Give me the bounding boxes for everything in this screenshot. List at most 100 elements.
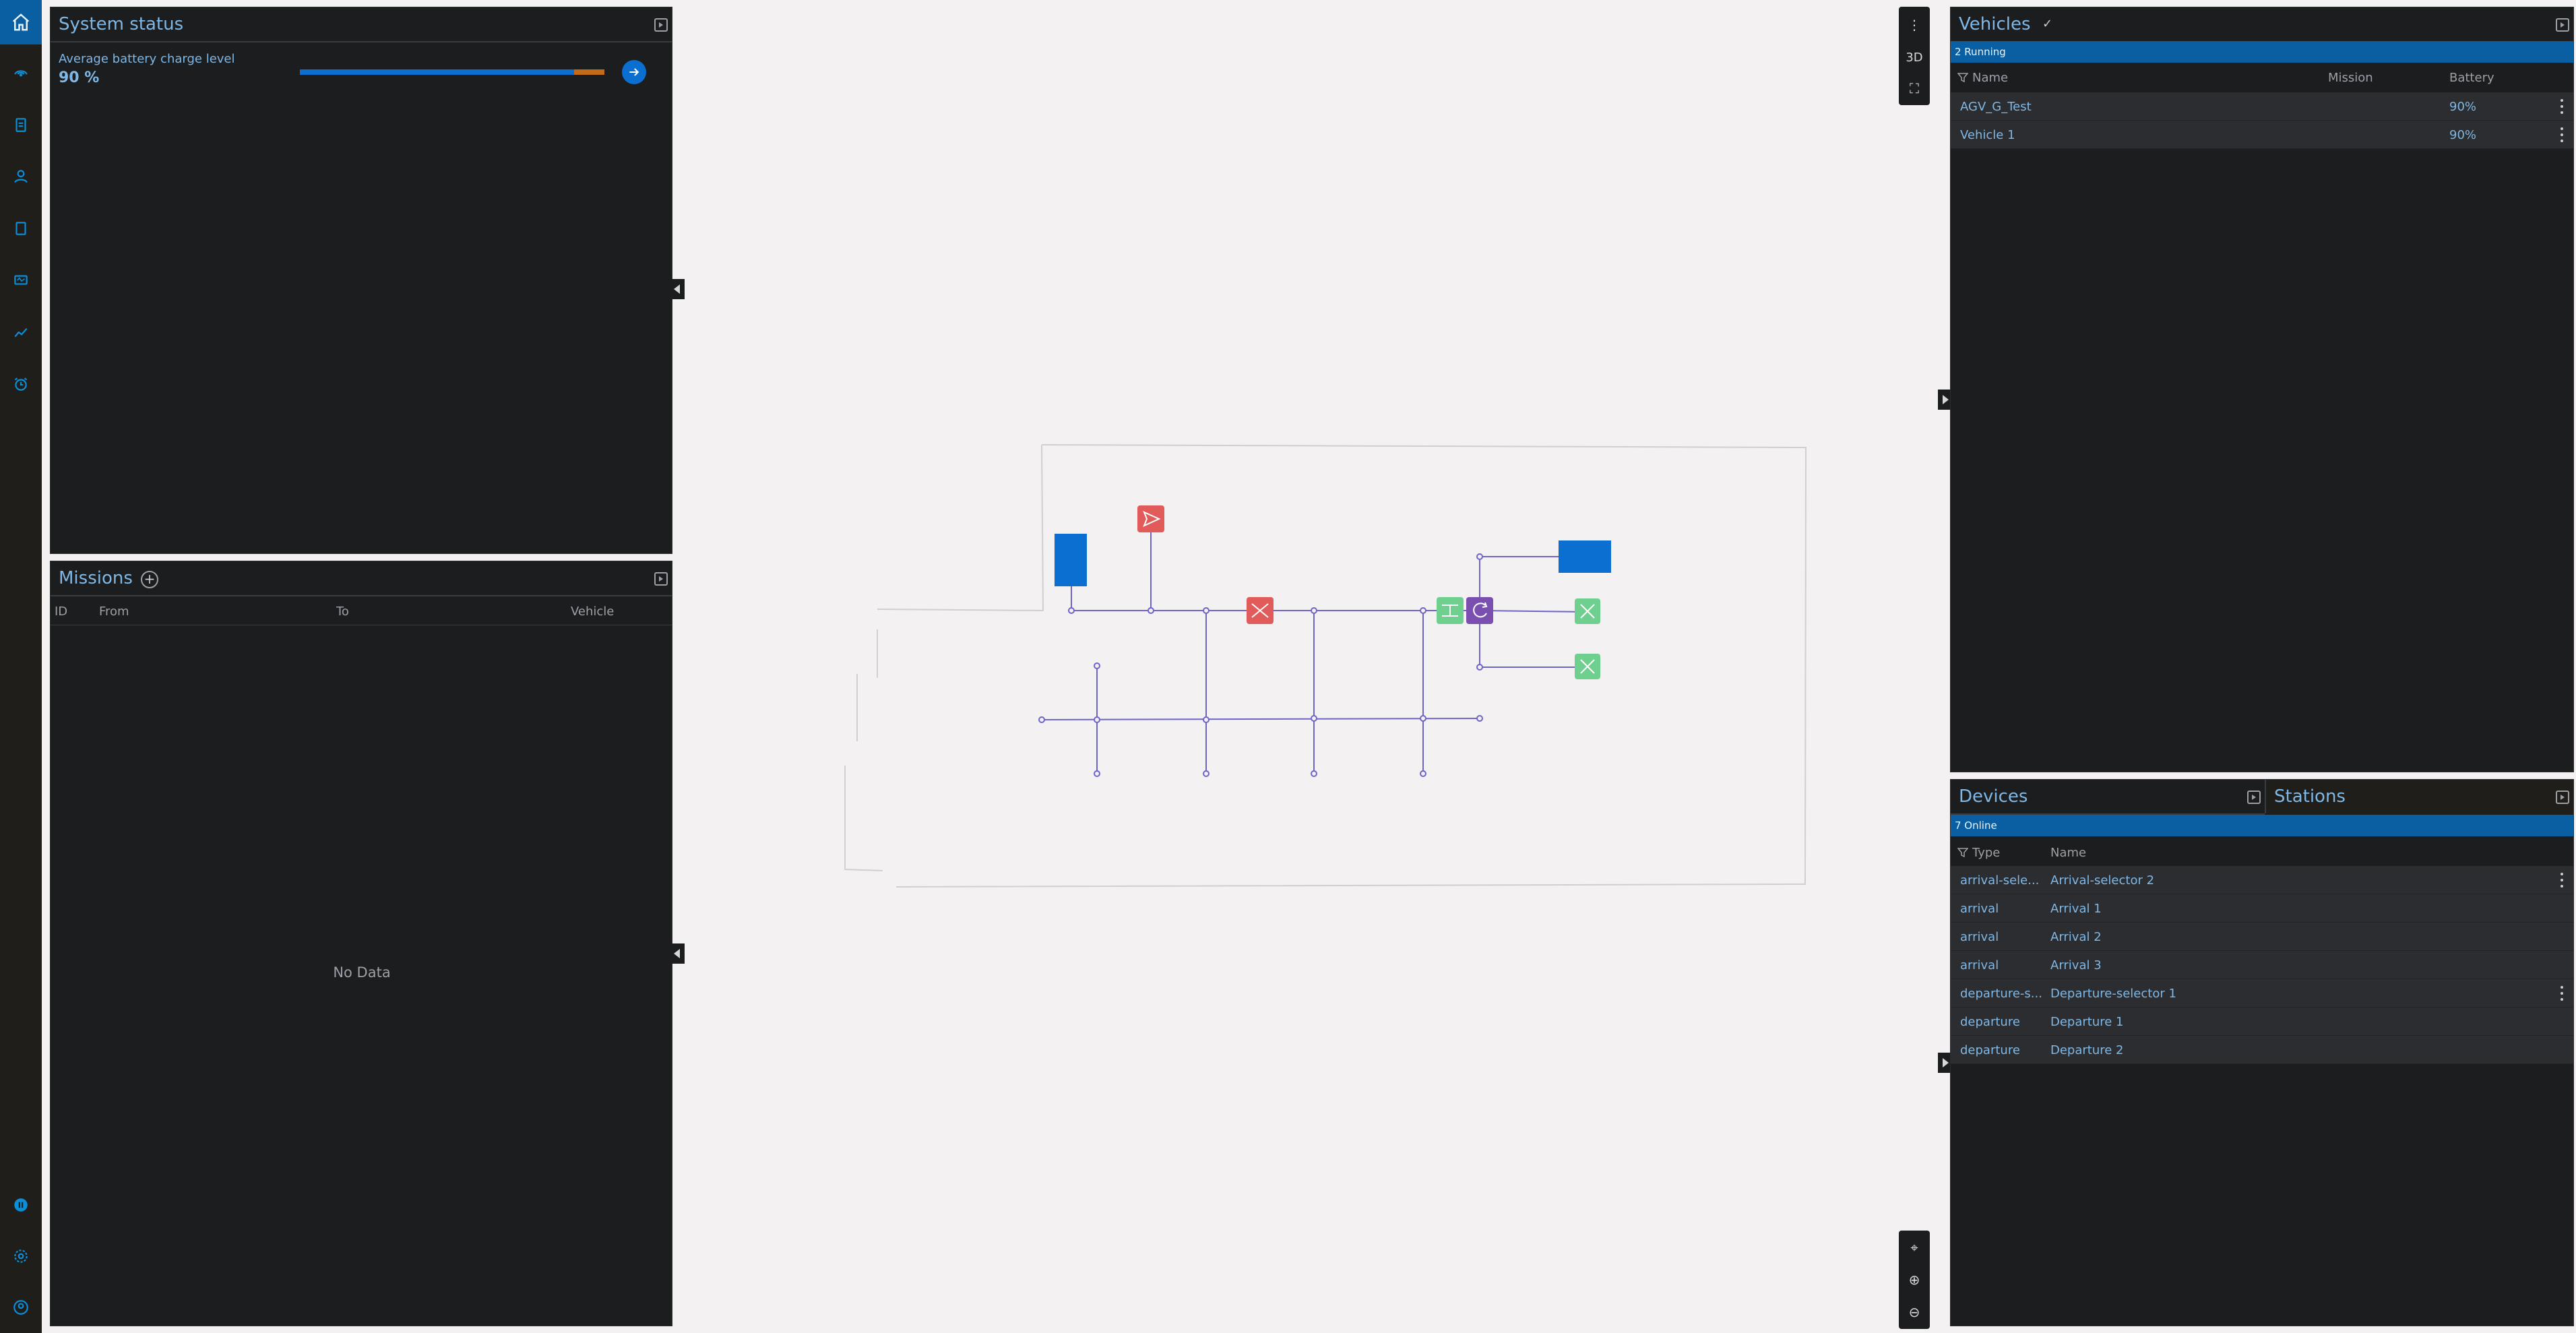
fullscreen-icon[interactable]: ⛶ (1899, 73, 1930, 104)
building-wall (877, 444, 1044, 612)
arrow-right-icon[interactable] (622, 60, 646, 84)
column-header-to[interactable]: To (336, 604, 349, 619)
panel-header: Vehicles ✓ (1951, 7, 2573, 41)
settings-icon[interactable] (9, 1244, 33, 1268)
path-node (1311, 770, 1317, 777)
vehicle-name[interactable]: Vehicle 1 (1960, 128, 2015, 142)
path-node (1420, 770, 1426, 777)
collapse-panel-icon[interactable] (2247, 790, 2261, 804)
battery-value: 90 % (59, 69, 100, 86)
path-node (1311, 607, 1317, 614)
rotate-icon[interactable] (1466, 597, 1493, 624)
path-node (1203, 716, 1210, 723)
user-icon[interactable] (9, 1295, 33, 1320)
table-row[interactable]: arrival-sele... Arrival-selector 2 (1951, 866, 2573, 894)
book-icon[interactable] (9, 216, 33, 241)
radar-icon[interactable] (9, 61, 33, 85)
column-header-vehicle[interactable]: Vehicle (571, 604, 614, 619)
collapse-left-bottom-icon[interactable] (670, 943, 685, 964)
table-row[interactable]: arrival Arrival 2 (1951, 923, 2573, 951)
system-status-panel: System status Average battery charge lev… (50, 7, 672, 554)
add-mission-icon[interactable]: + (141, 571, 158, 588)
station-block[interactable] (1559, 540, 1611, 573)
fleet-icon[interactable] (9, 164, 33, 189)
empty-state: No Data (333, 964, 391, 981)
tab-stations-label: Stations (2274, 786, 2346, 807)
tab-devices[interactable]: Devices (1951, 780, 2265, 815)
layout-map[interactable] (836, 438, 1819, 903)
panel-header: Missions + (51, 561, 672, 596)
alarm-icon[interactable] (9, 372, 33, 396)
collapse-panel-icon[interactable] (654, 18, 668, 32)
monitor-icon[interactable] (9, 268, 33, 292)
vehicles-panel: Vehicles ✓ 2 Running Name Mission Batter… (1950, 7, 2574, 772)
path-node (1420, 607, 1426, 614)
recenter-icon[interactable]: ⌖ (1899, 1232, 1930, 1263)
vehicles-status-bar: 2 Running (1951, 41, 2573, 63)
home-icon[interactable] (0, 0, 42, 44)
device-type: arrival (1960, 930, 1999, 944)
device-type: arrival (1960, 958, 1999, 972)
device-name[interactable]: Arrival 3 (2050, 958, 2102, 972)
zoom-out-icon[interactable]: ⊖ (1899, 1297, 1930, 1328)
device-name[interactable]: Arrival 1 (2050, 902, 2102, 916)
column-header-id[interactable]: ID (55, 604, 67, 619)
filter-icon[interactable] (1957, 72, 1969, 83)
column-header-name[interactable]: Name (1972, 71, 2008, 85)
table-row[interactable]: Vehicle 1 90% (1951, 121, 2573, 149)
tab-stations[interactable]: Stations (2265, 780, 2573, 813)
station-block[interactable] (1055, 534, 1087, 586)
column-header-type[interactable]: Type (1972, 846, 2000, 860)
vehicle-battery: 90% (2449, 100, 2477, 114)
pause-icon[interactable] (9, 1193, 33, 1217)
path-segment (1041, 718, 1480, 720)
battery-progress-fill (300, 69, 574, 75)
path-node (1068, 607, 1075, 614)
vehicle-battery: 90% (2449, 128, 2477, 142)
table-row[interactable]: arrival Arrival 1 (1951, 894, 2573, 923)
path-node (1311, 715, 1317, 722)
table-row[interactable]: departure Departure 1 (1951, 1008, 2573, 1036)
map-toolbar-top: ⋮ 3D ⛶ (1899, 7, 1930, 105)
zoom-in-icon[interactable]: ⊕ (1899, 1264, 1930, 1295)
device-name[interactable]: Arrival 2 (2050, 930, 2102, 944)
column-header-from[interactable]: From (99, 604, 129, 619)
panel-title: System status (59, 14, 184, 34)
toggle-3d-button[interactable]: 3D (1899, 42, 1930, 73)
panel-title: Missions (59, 568, 133, 588)
path-node (1094, 662, 1100, 669)
building-outline (896, 444, 1807, 888)
edit-icon[interactable]: ✓ (2042, 17, 2052, 31)
device-type: arrival (1960, 902, 1999, 916)
collapse-panel-icon[interactable] (654, 572, 668, 586)
collapse-panel-icon[interactable] (2556, 790, 2569, 804)
table-row[interactable]: AGV_G_Test 90% (1951, 92, 2573, 121)
column-header-battery[interactable]: Battery (2449, 71, 2494, 85)
more-icon[interactable]: ⋮ (1899, 9, 1930, 40)
column-header-mission[interactable]: Mission (2328, 71, 2373, 85)
chart-icon[interactable] (9, 320, 33, 344)
filter-icon[interactable] (1957, 847, 1969, 858)
collapse-left-top-icon[interactable] (670, 279, 685, 299)
collapse-panel-icon[interactable] (2556, 18, 2569, 32)
tab-devices-label: Devices (1959, 786, 2028, 807)
row-menu-icon[interactable] (2560, 99, 2564, 114)
device-name[interactable]: Arrival-selector 2 (2050, 873, 2154, 888)
path-node (1203, 770, 1210, 777)
device-name[interactable]: Departure 2 (2050, 1043, 2124, 1057)
panel-header: System status (51, 7, 672, 42)
path-node (1094, 770, 1100, 777)
vehicle-name[interactable]: AGV_G_Test (1960, 100, 2032, 114)
table-row[interactable]: departure-s... Departure-selector 1 (1951, 979, 2573, 1008)
row-menu-icon[interactable] (2560, 873, 2564, 888)
column-header-name[interactable]: Name (2050, 846, 2086, 860)
clipboard-icon[interactable] (9, 113, 33, 137)
row-menu-icon[interactable] (2560, 986, 2564, 1001)
row-menu-icon[interactable] (2560, 127, 2564, 142)
table-row[interactable]: arrival Arrival 3 (1951, 951, 2573, 979)
device-name[interactable]: Departure-selector 1 (2050, 987, 2176, 1001)
table-row[interactable]: departure Departure 2 (1951, 1036, 2573, 1064)
device-type: departure (1960, 1043, 2020, 1057)
device-name[interactable]: Departure 1 (2050, 1015, 2124, 1029)
map-toolbar-bottom: ⌖ ⊕ ⊖ (1899, 1231, 1930, 1329)
